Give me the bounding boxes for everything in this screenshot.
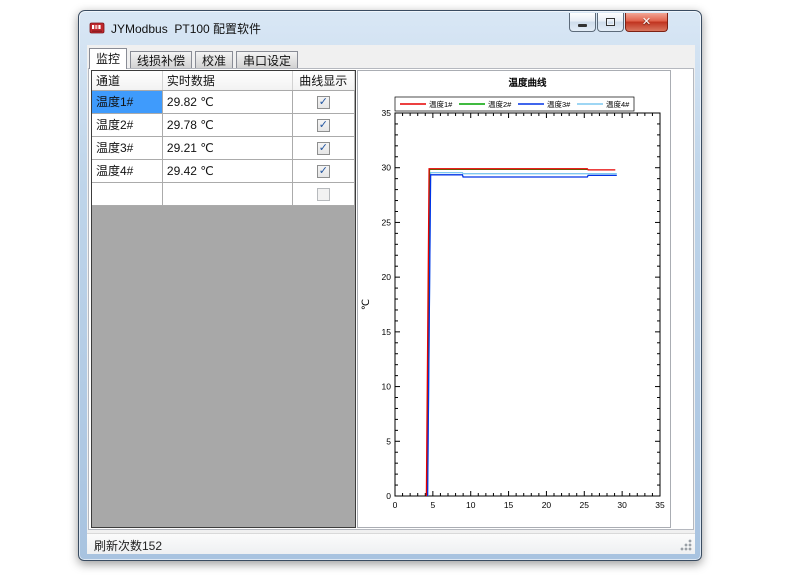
- x-tick-label: 15: [504, 500, 514, 510]
- window-title: JYModbus PT100 配置软件: [111, 20, 261, 37]
- x-tick-label: 5: [430, 500, 435, 510]
- refresh-count-label: 刷新次数152: [94, 537, 162, 554]
- y-tick-label: 10: [382, 382, 392, 392]
- header-curve-display: 曲线显示: [292, 71, 354, 90]
- monitor-tab-page: 通道 实时数据 曲线显示 温度1# 29.82 ℃ ✓ 温度2# 29.78 ℃…: [88, 68, 694, 530]
- curve-display-checkbox[interactable]: ✓: [317, 165, 330, 178]
- minimize-icon: [578, 24, 587, 27]
- curve-display-checkbox[interactable]: ✓: [317, 119, 330, 132]
- value-cell: 29.21 ℃: [162, 136, 292, 159]
- restore-button[interactable]: [597, 13, 624, 32]
- plot-area: [395, 113, 660, 496]
- y-tick-label: 20: [382, 272, 392, 282]
- channel-table-panel: 通道 实时数据 曲线显示 温度1# 29.82 ℃ ✓ 温度2# 29.78 ℃…: [91, 70, 356, 528]
- table-row[interactable]: [92, 182, 355, 205]
- table-row[interactable]: 温度4# 29.42 ℃ ✓: [92, 159, 355, 182]
- x-tick-label: 20: [542, 500, 552, 510]
- table-header-row: 通道 实时数据 曲线显示: [92, 71, 355, 90]
- tab-monitor[interactable]: 监控: [89, 48, 127, 69]
- channel-cell[interactable]: 温度3#: [92, 136, 162, 159]
- curve-display-checkbox[interactable]: ✓: [317, 96, 330, 109]
- legend-label: 温度1#: [429, 99, 453, 109]
- chart-title: 温度曲线: [508, 77, 547, 89]
- value-cell: 29.78 ℃: [162, 113, 292, 136]
- value-cell: [162, 182, 292, 205]
- channel-cell[interactable]: [92, 182, 162, 205]
- y-tick-label: 15: [382, 327, 392, 337]
- channel-cell[interactable]: 温度4#: [92, 159, 162, 182]
- y-tick-label: 30: [382, 163, 392, 173]
- y-tick-label: 5: [386, 436, 391, 446]
- y-tick-label: 0: [386, 491, 391, 501]
- value-cell: 29.82 ℃: [162, 90, 292, 113]
- value-cell: 29.42 ℃: [162, 159, 292, 182]
- table-row[interactable]: 温度3# 29.21 ℃ ✓: [92, 136, 355, 159]
- channel-cell[interactable]: 温度1#: [92, 90, 162, 113]
- tab-line-loss-compensation[interactable]: 线损补偿: [130, 51, 192, 69]
- title-bar[interactable]: JYModbus PT100 配置软件 ✕: [79, 11, 701, 45]
- legend-label: 温度2#: [488, 99, 512, 109]
- legend-label: 温度4#: [606, 99, 630, 109]
- minimize-button[interactable]: [569, 13, 596, 32]
- resize-grip[interactable]: [680, 539, 692, 551]
- temperature-curve-chart: 温度曲线 ℃ 0 5 10 15 20 25 30 35 0 5 10 15 20 25 30 35 温度1# 温度2…: [358, 71, 670, 527]
- close-button[interactable]: ✕: [625, 13, 668, 32]
- header-realtime-data: 实时数据: [162, 71, 292, 90]
- y-axis-label: ℃: [361, 299, 372, 310]
- y-tick-label: 25: [382, 217, 392, 227]
- app-icon: [89, 20, 105, 36]
- table-row[interactable]: 温度2# 29.78 ℃ ✓: [92, 113, 355, 136]
- status-bar: 刷新次数152: [87, 533, 695, 554]
- tab-calibration[interactable]: 校准: [195, 51, 233, 69]
- restore-icon: [606, 18, 615, 26]
- client-area: 监控 线损补偿 校准 串口设定 通道 实时数据 曲线显示 温度1# 29.82 …: [87, 45, 695, 554]
- tab-strip: 监控 线损补偿 校准 串口设定: [89, 48, 689, 69]
- curve-display-checkbox[interactable]: [317, 188, 330, 201]
- y-tick-label: 35: [382, 108, 392, 118]
- window-controls: ✕: [569, 13, 669, 32]
- x-tick-label: 0: [393, 500, 398, 510]
- x-tick-label: 35: [655, 500, 665, 510]
- x-tick-label: 10: [466, 500, 476, 510]
- tab-serial-settings[interactable]: 串口设定: [236, 51, 298, 69]
- x-tick-label: 25: [580, 500, 590, 510]
- close-icon: ✕: [642, 13, 651, 32]
- app-window: JYModbus PT100 配置软件 ✕ 监控 线损补偿 校准 串口设定 通道…: [78, 10, 702, 561]
- temperature-chart-panel: 温度曲线 ℃ 0 5 10 15 20 25 30 35 0 5 10 15 20 25 30 35 温度1# 温度2…: [357, 70, 671, 528]
- x-tick-label: 30: [617, 500, 627, 510]
- table-row[interactable]: 温度1# 29.82 ℃ ✓: [92, 90, 355, 113]
- header-channel: 通道: [92, 71, 162, 90]
- curve-display-checkbox[interactable]: ✓: [317, 142, 330, 155]
- legend-label: 温度3#: [547, 99, 571, 109]
- channel-cell[interactable]: 温度2#: [92, 113, 162, 136]
- channel-table: 通道 实时数据 曲线显示 温度1# 29.82 ℃ ✓ 温度2# 29.78 ℃…: [92, 71, 355, 206]
